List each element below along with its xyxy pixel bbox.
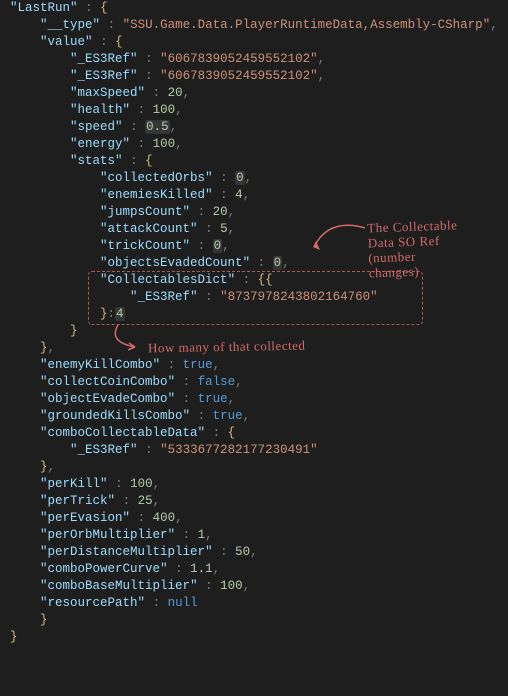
code-line: "maxSpeed" : 20, xyxy=(0,85,508,102)
code-line: "__type" : "SSU.Game.Data.PlayerRuntimeD… xyxy=(0,17,508,34)
code-line: "perOrbMultiplier" : 1, xyxy=(0,527,508,544)
code-line: "comboCollectableData" : { xyxy=(0,425,508,442)
code-line: "comboBaseMultiplier" : 100, xyxy=(0,578,508,595)
code-viewer: "LastRun" : { "__type" : "SSU.Game.Data.… xyxy=(0,0,508,646)
code-line: "perTrick" : 25, xyxy=(0,493,508,510)
code-line: "perEvasion" : 400, xyxy=(0,510,508,527)
code-line: "collectedOrbs" : 0, xyxy=(0,170,508,187)
code-line: "comboPowerCurve" : 1.1, xyxy=(0,561,508,578)
code-line: "energy" : 100, xyxy=(0,136,508,153)
code-line: "health" : 100, xyxy=(0,102,508,119)
code-line: "enemiesKilled" : 4, xyxy=(0,187,508,204)
code-line: } xyxy=(0,629,508,646)
code-line: "enemyKillCombo" : true, xyxy=(0,357,508,374)
code-line: "attackCount" : 5, xyxy=(0,221,508,238)
code-line: "resourcePath" : null xyxy=(0,595,508,612)
code-line: "_ES3Ref" : "5333677282177230491" xyxy=(0,442,508,459)
code-line: "groundedKillsCombo" : true, xyxy=(0,408,508,425)
code-line: "speed" : 0.5, xyxy=(0,119,508,136)
code-line: "_ES3Ref" : "8737978243802164760" xyxy=(0,289,508,306)
code-line: "_ES3Ref" : "6067839052459552102", xyxy=(0,68,508,85)
code-line: "value" : { xyxy=(0,34,508,51)
code-line: "perDistanceMultiplier" : 50, xyxy=(0,544,508,561)
code-line: }, xyxy=(0,340,508,357)
code-line: }:4 xyxy=(0,306,508,323)
code-line: "LastRun" : { xyxy=(0,0,508,17)
code-line: "jumpsCount" : 20, xyxy=(0,204,508,221)
code-line: "objectEvadeCombo" : true, xyxy=(0,391,508,408)
code-line: "stats" : { xyxy=(0,153,508,170)
code-line: } xyxy=(0,612,508,629)
code-line: } xyxy=(0,323,508,340)
code-line: "perKill" : 100, xyxy=(0,476,508,493)
code-line: "_ES3Ref" : "6067839052459552102", xyxy=(0,51,508,68)
code-line: "trickCount" : 0, xyxy=(0,238,508,255)
code-line: "objectsEvadedCount" : 0, xyxy=(0,255,508,272)
code-line: "collectCoinCombo" : false, xyxy=(0,374,508,391)
code-line: "CollectablesDict" : {{ xyxy=(0,272,508,289)
code-line: }, xyxy=(0,459,508,476)
